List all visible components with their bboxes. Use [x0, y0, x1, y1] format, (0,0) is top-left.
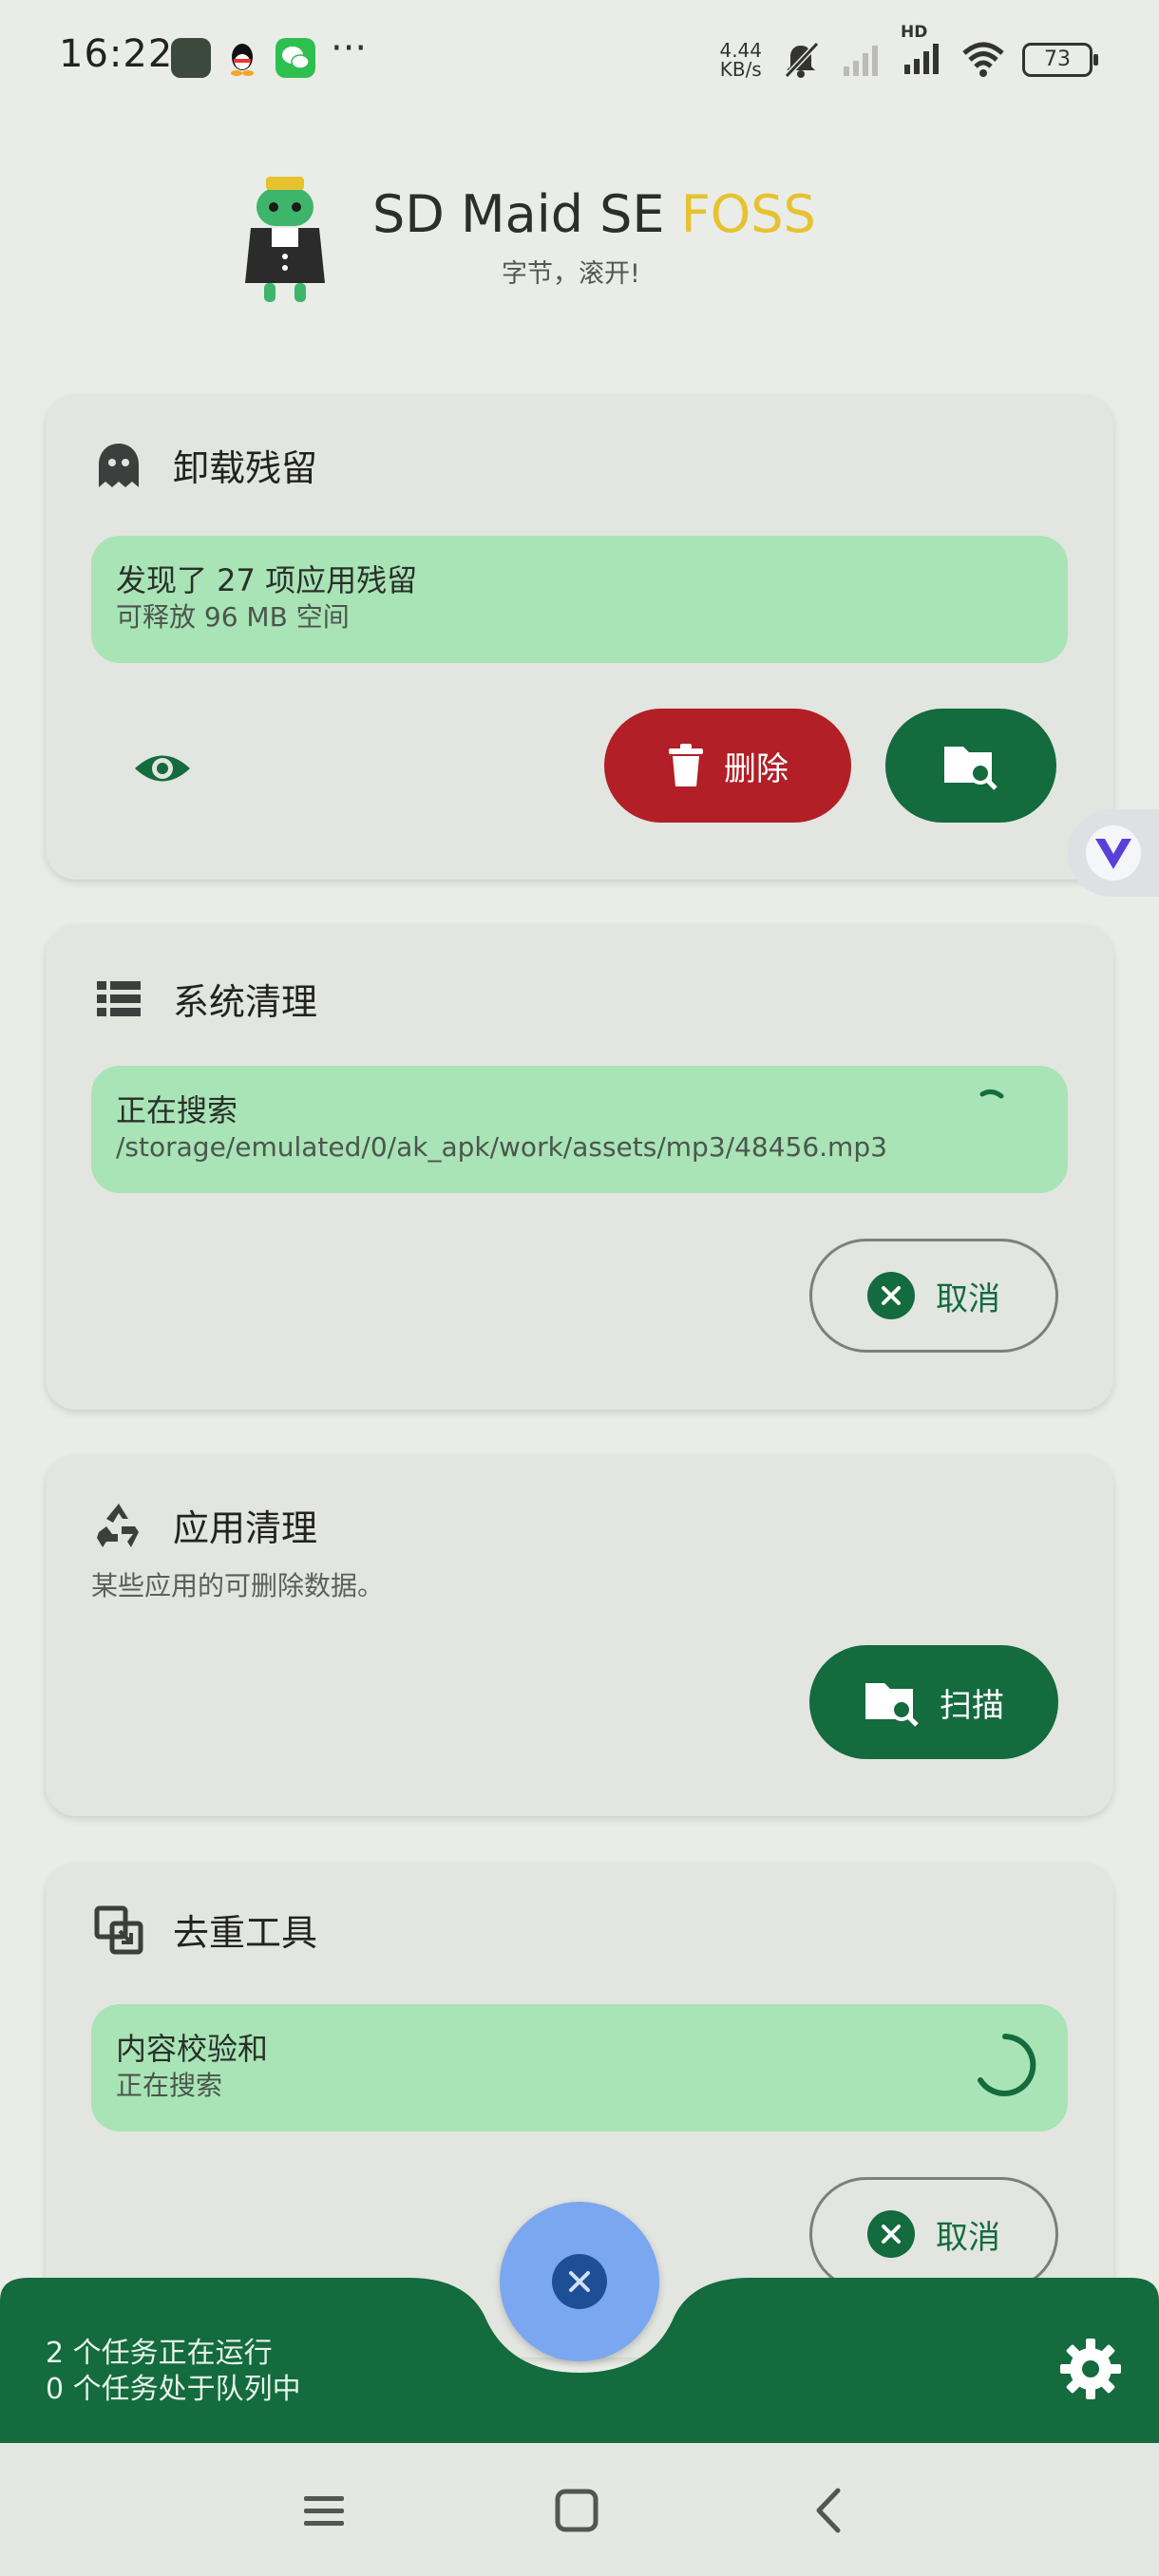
app-title-foss: FOSS: [680, 184, 816, 244]
signal-weak-icon: [844, 46, 878, 76]
view-details-eye-icon[interactable]: [129, 735, 196, 802]
system-cleaner-header: 系统清理: [93, 973, 317, 1025]
system-cleaner-cancel-button[interactable]: 取消: [809, 1239, 1058, 1353]
back-nav-icon[interactable]: [796, 2477, 863, 2544]
status-time: 16:22: [59, 32, 174, 76]
app-cleaner-title: 应用清理: [173, 1507, 318, 1549]
app-cleaner-scan-label: 扫描: [940, 1686, 1004, 1725]
delete-button[interactable]: 删除: [604, 709, 851, 823]
signal-hd-label: HD: [901, 23, 928, 42]
deduplicator-title: 去重工具: [173, 1912, 318, 1954]
signal-hd-group: HD: [901, 23, 944, 84]
app-subtitle: 字节，滚开!: [502, 259, 640, 289]
app-cleaner-header: 应用清理: [93, 1499, 317, 1551]
recycle-icon: [97, 1503, 139, 1547]
folder-search-icon: [944, 747, 998, 790]
sd-maid-mascot-logo: [245, 177, 325, 302]
trash-icon: [669, 744, 703, 786]
duplicate-icon: [94, 1905, 143, 1954]
corpse-finder-title: 卸载残留: [173, 447, 318, 489]
folder-search-icon: [865, 1683, 919, 1727]
deduplicator-status: 内容校验和: [116, 2031, 269, 2067]
system-cleaner-title: 系统清理: [173, 981, 318, 1023]
system-navigation-bar: [0, 2443, 1159, 2576]
ghost-icon: [99, 443, 139, 487]
floating-assistant-button[interactable]: [1068, 809, 1159, 897]
corpse-finder-card: 卸载残留 发现了 27 项应用残留 可释放 96 MB 空间 删除: [46, 395, 1113, 880]
settings-gear-icon[interactable]: [1056, 2335, 1125, 2403]
cancel-circle-icon: [867, 1272, 915, 1319]
mute-bell-icon: [784, 41, 820, 79]
network-speed-value: 4.44: [719, 39, 762, 62]
network-speed: 4.44 KB/s: [719, 41, 762, 79]
deduplicator-cancel-button[interactable]: 取消: [809, 2177, 1058, 2291]
system-cleaner-status: 正在搜索: [116, 1092, 238, 1128]
app-cleaner-description: 某些应用的可删除数据。: [91, 1570, 385, 1601]
corpse-scan-button[interactable]: [885, 709, 1056, 823]
corpse-finder-header: 卸载残留: [93, 439, 317, 491]
app-cleaner-card: 应用清理 某些应用的可删除数据。 扫描: [46, 1455, 1113, 1816]
cancel-all-fab[interactable]: [500, 2202, 659, 2361]
v-logo-icon: [1086, 825, 1141, 881]
more-notifications-icon: ···: [331, 27, 368, 70]
system-cleaner-cancel-label: 取消: [936, 1279, 1000, 1318]
loading-spinner-icon: [979, 1089, 1004, 1099]
corpse-finder-result[interactable]: 发现了 27 项应用残留 可释放 96 MB 空间: [91, 536, 1068, 663]
loading-spinner-icon: [978, 2034, 1036, 2096]
deduplicator-cancel-label: 取消: [936, 2218, 1000, 2257]
fab-close-icon: [552, 2254, 607, 2309]
signal-strong-icon: [904, 44, 939, 74]
system-cleaner-card: 系统清理 正在搜索 /storage/emulated/0/ak_apk/wor…: [46, 925, 1113, 1410]
home-nav-icon[interactable]: [543, 2477, 610, 2544]
deduplicator-header: 去重工具: [93, 1904, 317, 1956]
delete-button-label: 删除: [724, 749, 788, 788]
menu-nav-icon[interactable]: [291, 2477, 357, 2544]
system-cleaner-path: /storage/emulated/0/ak_apk/work/assets/m…: [116, 1131, 887, 1163]
battery-indicator: 73: [1022, 43, 1098, 77]
app-title: SD Maid SE FOSS: [372, 184, 816, 244]
network-speed-unit: KB/s: [719, 58, 762, 81]
wifi-icon: [962, 42, 1004, 77]
list-icon: [97, 980, 141, 1016]
deduplicator-progress: 内容校验和 正在搜索: [91, 2004, 1068, 2131]
qq-icon: [231, 44, 254, 76]
deduplicator-substatus: 正在搜索: [116, 2070, 223, 2101]
app-title-main: SD Maid SE: [372, 184, 681, 244]
corpse-finder-result-main: 发现了 27 项应用残留: [116, 562, 418, 598]
corpse-finder-result-sub: 可释放 96 MB 空间: [116, 601, 350, 633]
queued-tasks-text: 0 个任务处于队列中: [46, 2373, 301, 2406]
cancel-circle-icon: [867, 2210, 915, 2258]
system-cleaner-progress: 正在搜索 /storage/emulated/0/ak_apk/work/ass…: [91, 1066, 1068, 1193]
app-notification-icon: [171, 38, 211, 78]
app-cleaner-scan-button[interactable]: 扫描: [809, 1645, 1058, 1759]
wechat-icon: [276, 38, 315, 78]
status-bar: 16:22 ··· 4.44 KB/s HD 73: [0, 0, 1159, 114]
